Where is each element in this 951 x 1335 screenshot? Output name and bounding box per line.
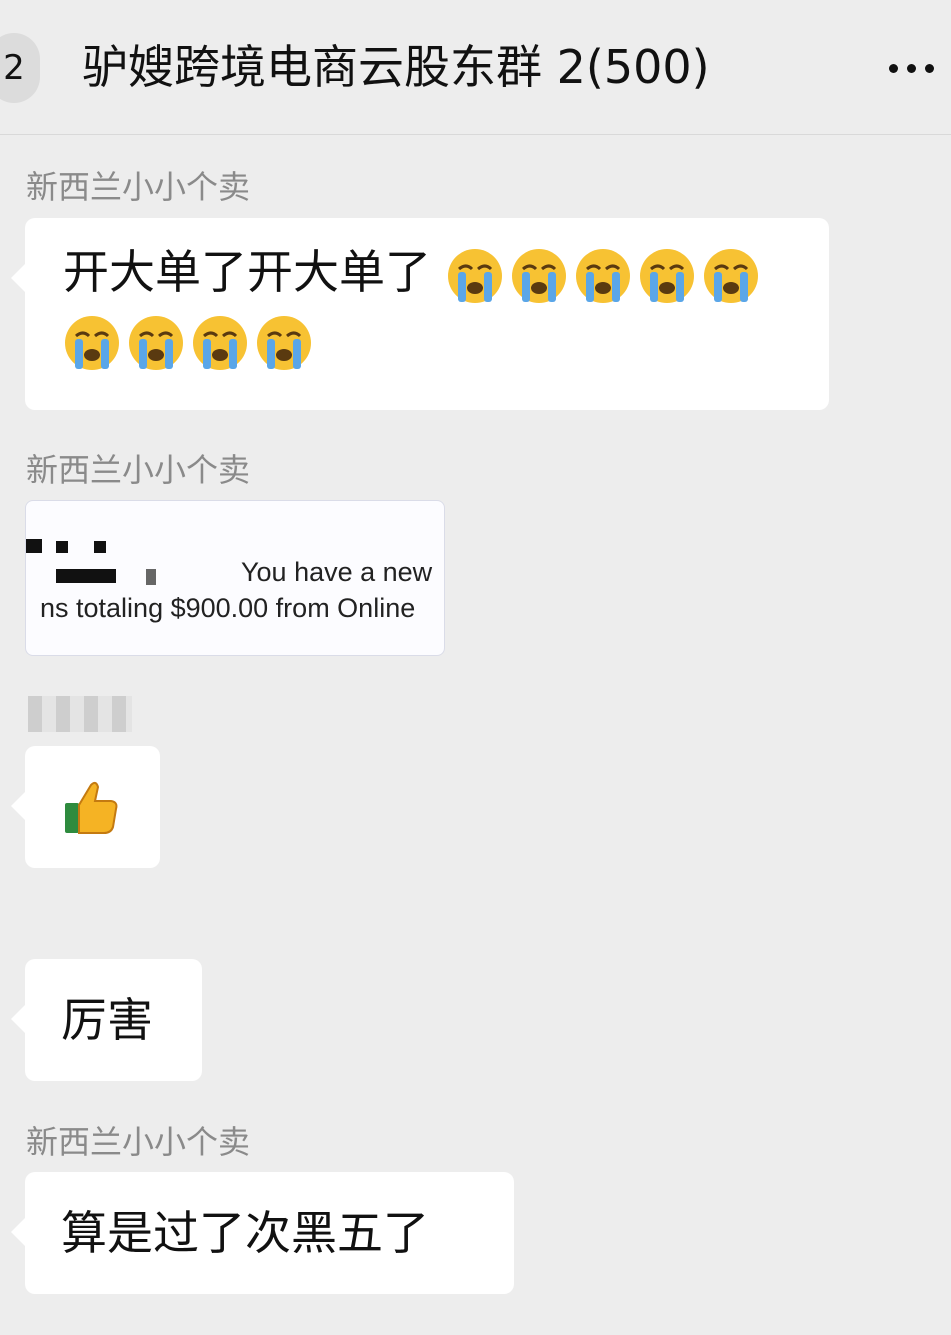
sender-name: 新西兰小小个卖 [26,168,251,206]
message-text-line: 开大单了开大单了 [63,238,791,306]
crying-face-icon [193,316,247,370]
crying-face-icon [447,248,502,303]
dot [907,63,916,73]
blurred-sender-name [28,696,132,732]
crying-face-icon [129,316,183,370]
dot [889,63,898,73]
dot [925,63,934,73]
crying-face-icon [639,248,694,303]
more-dots-icon[interactable] [889,58,941,78]
message-bubble[interactable] [11,746,160,868]
crying-face-icon [257,316,311,370]
redaction-block [146,569,156,585]
thumbs-up-icon [65,781,118,834]
chat-header: 2 驴嫂跨境电商云股东群 2(500) [0,0,951,135]
emoji-row [63,314,313,372]
message-bubble[interactable]: 开大单了开大单了 [11,218,829,410]
crying-face-icon [65,316,119,370]
message-bubble[interactable]: 厉害 [11,959,202,1081]
emoji-row [446,247,760,305]
crying-face-icon [511,248,566,303]
redaction-block [56,541,68,553]
message-bubble[interactable]: 算是过了次黑五了 [11,1172,514,1294]
redaction-block [56,569,116,583]
sender-name: 新西兰小小个卖 [26,1123,251,1161]
back-badge[interactable]: 2 [0,33,40,103]
image-text-line: ns totaling $900.00 from Online [40,593,416,623]
image-message[interactable]: You have a new ns totaling $900.00 from … [25,500,445,656]
message-text: 厉害 [61,993,153,1047]
redaction-block [94,541,106,553]
crying-face-icon [575,248,630,303]
image-text-line: You have a new [241,557,433,587]
crying-face-icon [703,248,758,303]
message-text: 开大单了开大单了 [63,245,431,299]
redaction-block [26,539,42,553]
group-title: 驴嫂跨境电商云股东群 2(500) [82,40,710,94]
sender-name: 新西兰小小个卖 [26,451,251,489]
message-text: 算是过了次黑五了 [61,1206,429,1260]
